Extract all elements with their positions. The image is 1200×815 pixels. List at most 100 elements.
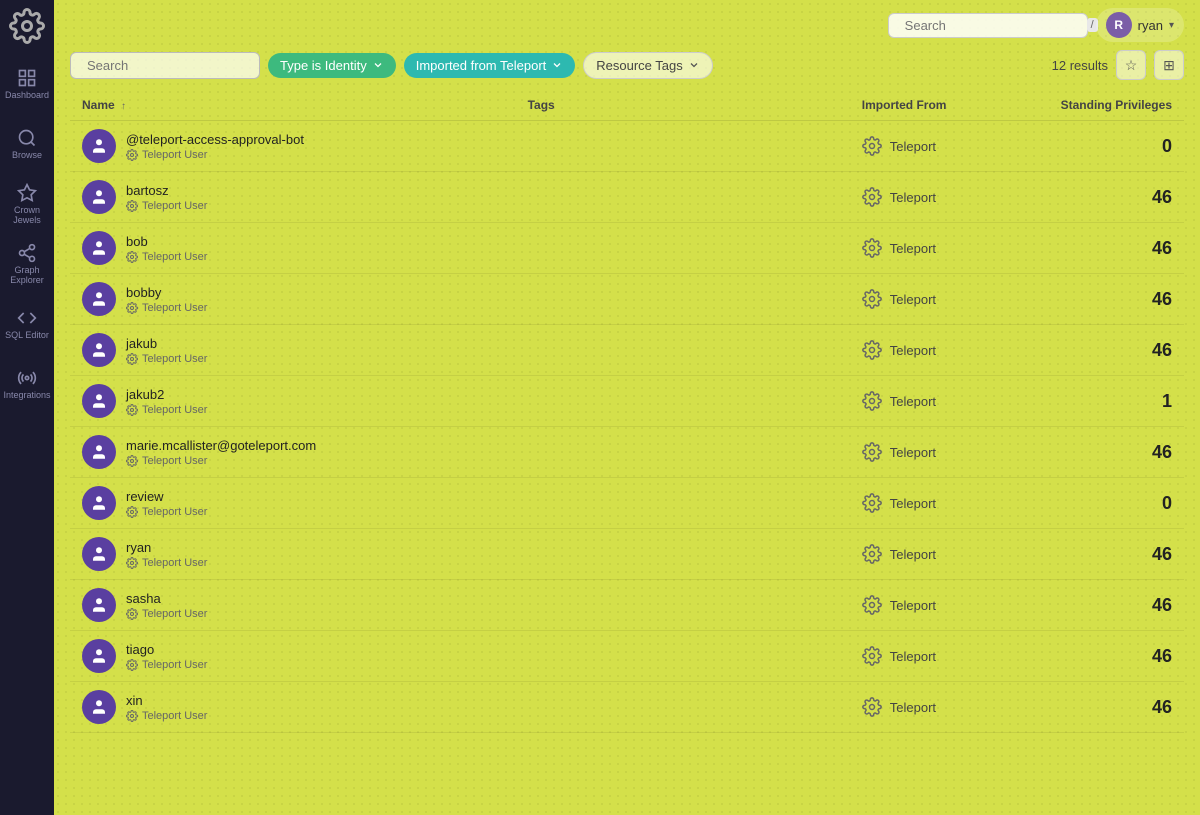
row-sub: Teleport User <box>126 302 207 314</box>
filter-bar: Type is Identity Imported from Teleport … <box>54 50 1200 90</box>
view-toggle-button[interactable]: ⊞ <box>1154 50 1184 80</box>
avatar <box>82 537 116 571</box>
sidebar-item-crown-jewels[interactable]: Crown Jewels <box>5 176 49 232</box>
sidebar-item-integrations[interactable]: Integrations <box>5 356 49 412</box>
imported-from-teleport-filter[interactable]: Imported from Teleport <box>404 53 576 78</box>
imported-gear-icon <box>862 187 882 207</box>
tags-cell <box>516 580 850 631</box>
sidebar-logo[interactable] <box>9 8 45 44</box>
table-row[interactable]: bobby Teleport User Tele <box>70 274 1184 325</box>
imported-from-value: Teleport <box>890 139 936 154</box>
gear-icon <box>126 353 138 365</box>
row-sub: Teleport User <box>126 149 304 161</box>
col-header-imported: Imported From <box>850 90 1017 121</box>
name-cell: bob Teleport User <box>82 231 504 265</box>
tags-cell <box>516 529 850 580</box>
name-cell: review Teleport User <box>82 486 504 520</box>
tags-cell <box>516 631 850 682</box>
filter-search-input[interactable] <box>87 58 263 73</box>
table-row[interactable]: @teleport-access-approval-bot Teleport U… <box>70 121 1184 172</box>
table-row[interactable]: xin Teleport User Telepo <box>70 682 1184 733</box>
row-sub: Teleport User <box>126 200 207 212</box>
table-row[interactable]: review Teleport User Tel <box>70 478 1184 529</box>
name-cell: sasha Teleport User <box>82 588 504 622</box>
table-row[interactable]: sasha Teleport User Tele <box>70 580 1184 631</box>
avatar <box>82 180 116 214</box>
avatar <box>82 588 116 622</box>
sidebar-item-graph-explorer[interactable]: Graph Explorer <box>5 236 49 292</box>
sidebar-item-browse-label: Browse <box>12 151 42 161</box>
imported-from-value: Teleport <box>890 547 936 562</box>
row-name: ryan <box>126 540 207 555</box>
gear-icon <box>126 659 138 671</box>
tags-cell <box>516 325 850 376</box>
gear-icon <box>126 302 138 314</box>
results-table-container: Name ↑ Tags Imported From Standing Privi… <box>54 90 1200 815</box>
imported-gear-icon <box>862 493 882 513</box>
avatar <box>82 435 116 469</box>
bookmark-button[interactable]: ☆ <box>1116 50 1146 80</box>
sidebar-item-graph-explorer-label: Graph Explorer <box>5 266 49 286</box>
gear-icon <box>126 149 138 161</box>
imported-cell: Teleport <box>850 121 1017 172</box>
name-cell: ryan Teleport User <box>82 537 504 571</box>
row-name: review <box>126 489 207 504</box>
topbar: / R ryan ▾ <box>54 0 1200 50</box>
avatar <box>82 690 116 724</box>
row-sub: Teleport User <box>126 455 316 467</box>
tags-cell <box>516 682 850 733</box>
resource-tags-filter[interactable]: Resource Tags <box>583 52 712 79</box>
tags-cell <box>516 376 850 427</box>
name-cell: @teleport-access-approval-bot Teleport U… <box>82 129 504 163</box>
imported-from-value: Teleport <box>890 496 936 511</box>
row-name: jakub2 <box>126 387 207 402</box>
user-menu[interactable]: R ryan ▾ <box>1096 8 1184 42</box>
row-name: bob <box>126 234 207 249</box>
sidebar-item-browse[interactable]: Browse <box>5 116 49 172</box>
imported-cell: Teleport <box>850 274 1017 325</box>
table-row[interactable]: ryan Teleport User Telep <box>70 529 1184 580</box>
chevron-down-icon <box>551 59 563 71</box>
imported-cell: Teleport <box>850 427 1017 478</box>
table-row[interactable]: marie.mcallister@goteleport.com Teleport… <box>70 427 1184 478</box>
global-search-input[interactable] <box>905 18 1081 33</box>
table-row[interactable]: jakub2 Teleport User Tel <box>70 376 1184 427</box>
tags-cell <box>516 121 850 172</box>
standing-privileges-value: 0 <box>1017 121 1184 172</box>
table-row[interactable]: jakub Teleport User Tele <box>70 325 1184 376</box>
avatar <box>82 384 116 418</box>
sidebar: Dashboard Browse Crown Jewels Graph Expl… <box>0 0 54 815</box>
col-header-name[interactable]: Name ↑ <box>70 90 516 121</box>
row-name: @teleport-access-approval-bot <box>126 132 304 147</box>
chevron-down-icon <box>688 59 700 71</box>
type-identity-filter[interactable]: Type is Identity <box>268 53 396 78</box>
user-avatar: R <box>1106 12 1132 38</box>
name-cell: jakub2 Teleport User <box>82 384 504 418</box>
imported-gear-icon <box>862 289 882 309</box>
imported-gear-icon <box>862 340 882 360</box>
sidebar-item-crown-jewels-label: Crown Jewels <box>5 206 49 226</box>
row-sub: Teleport User <box>126 659 207 671</box>
sidebar-item-dashboard[interactable]: Dashboard <box>5 56 49 112</box>
tags-cell <box>516 223 850 274</box>
row-sub: Teleport User <box>126 608 207 620</box>
name-cell: jakub Teleport User <box>82 333 504 367</box>
imported-gear-icon <box>862 238 882 258</box>
avatar <box>82 231 116 265</box>
table-row[interactable]: bob Teleport User Telepo <box>70 223 1184 274</box>
imported-from-value: Teleport <box>890 241 936 256</box>
tags-cell <box>516 427 850 478</box>
imported-cell: Teleport <box>850 631 1017 682</box>
avatar <box>82 333 116 367</box>
row-sub: Teleport User <box>126 404 207 416</box>
gear-icon <box>126 404 138 416</box>
table-row[interactable]: tiago Teleport User Tele <box>70 631 1184 682</box>
imported-gear-icon <box>862 697 882 717</box>
row-sub: Teleport User <box>126 506 207 518</box>
global-search-bar[interactable]: / <box>888 13 1088 38</box>
filter-search-bar[interactable] <box>70 52 260 79</box>
standing-privileges-value: 46 <box>1017 325 1184 376</box>
sidebar-item-sql-editor[interactable]: SQL Editor <box>5 296 49 352</box>
imported-cell: Teleport <box>850 376 1017 427</box>
table-row[interactable]: bartosz Teleport User Te <box>70 172 1184 223</box>
